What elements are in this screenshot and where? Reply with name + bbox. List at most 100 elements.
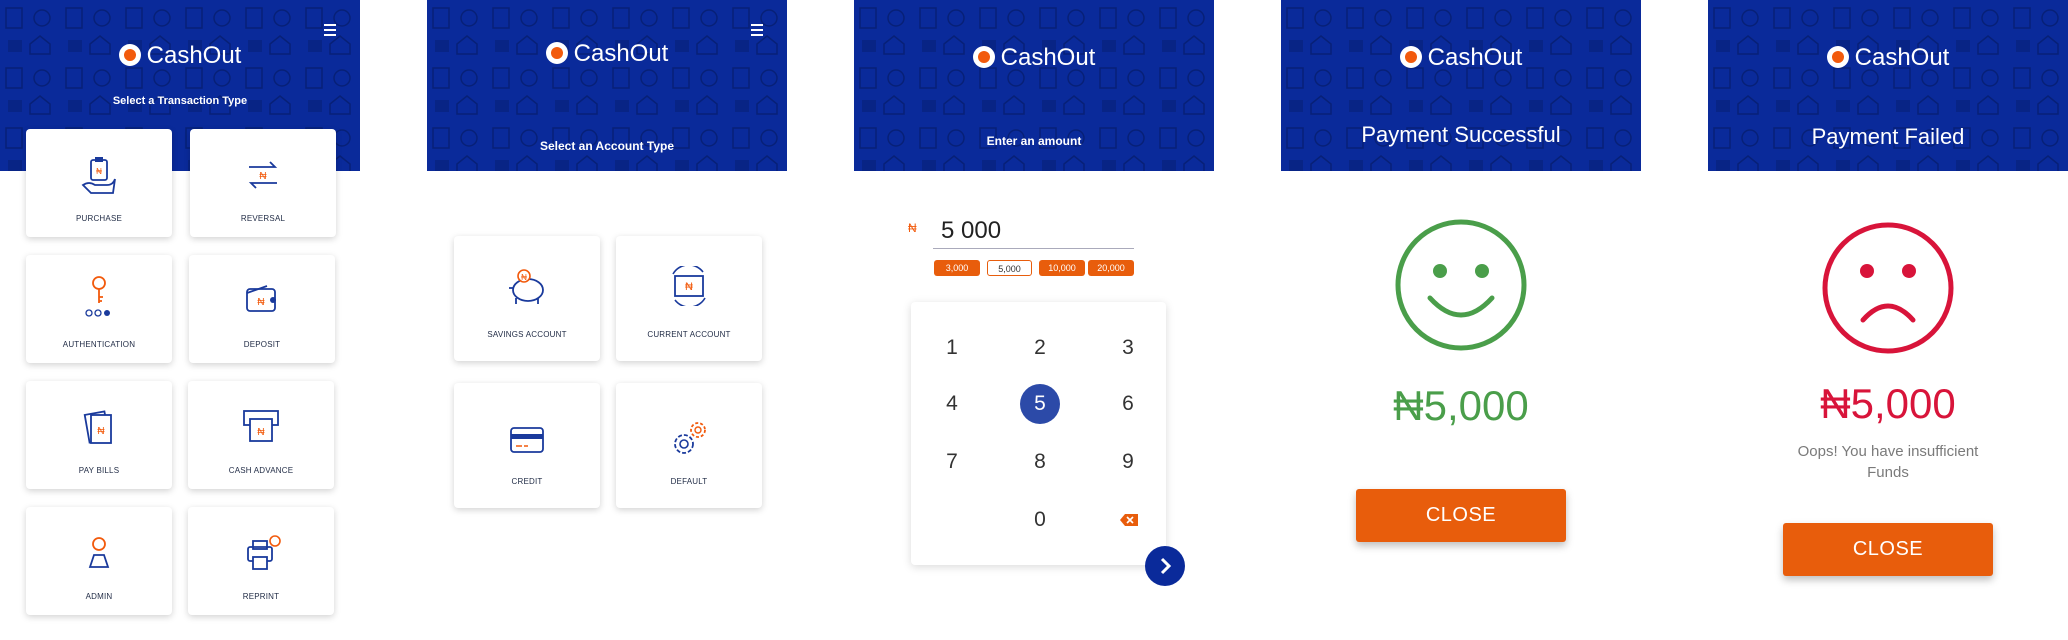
screen-transaction-type: CashOut Select a Transaction Type ₦ PURC… xyxy=(0,0,360,640)
cashout-logo-icon xyxy=(972,46,995,68)
app-logo: CashOut xyxy=(1281,44,1641,72)
currency-symbol: ₦ xyxy=(908,221,917,235)
key-2[interactable]: 2 xyxy=(1020,328,1060,368)
preset-chip-5000[interactable]: 5,000 xyxy=(987,260,1032,276)
preset-chip-3000[interactable]: 3,000 xyxy=(934,260,980,276)
pay-bills-label: PAY BILLS xyxy=(78,466,120,475)
key-6[interactable]: 6 xyxy=(1108,384,1148,424)
svg-text:₦: ₦ xyxy=(257,297,265,308)
current-account-icon: ₦ xyxy=(672,266,706,306)
key-4[interactable]: 4 xyxy=(932,384,972,424)
credit-card[interactable]: CREDIT xyxy=(454,383,600,508)
cash-advance-icon: ₦ xyxy=(243,410,279,442)
credit-card-icon xyxy=(510,427,544,453)
reprint-label: REPRINT xyxy=(242,592,280,601)
app-name: CashOut xyxy=(1000,44,1096,71)
svg-text:₦: ₦ xyxy=(259,171,267,182)
credit-label: CREDIT xyxy=(511,477,543,486)
cash-advance-label: CASH ADVANCE xyxy=(228,466,294,475)
key-9[interactable]: 9 xyxy=(1108,442,1148,482)
default-card[interactable]: DEFAULT xyxy=(616,383,762,508)
header: CashOut Payment Successful xyxy=(1281,0,1641,171)
piggy-bank-icon: ₦ xyxy=(509,269,544,304)
cash-advance-card[interactable]: ₦ CASH ADVANCE xyxy=(188,381,334,489)
app-logo: CashOut xyxy=(0,42,360,70)
keypad: 1 2 3 4 5 6 7 8 9 0 xyxy=(911,302,1166,565)
page-subtitle: Enter an amount xyxy=(986,134,1082,148)
cashout-logo-icon xyxy=(1399,46,1422,68)
error-message-line-1: Oops! You have insufficient xyxy=(1797,443,1979,460)
screen-payment-failed: CashOut Payment Failed ₦5,000 Oops! You … xyxy=(1708,0,2068,640)
header: CashOut Select an Account Type xyxy=(427,0,787,171)
screen-account-type: CashOut Select an Account Type ₦ SAVINGS… xyxy=(427,0,787,640)
hamburger-menu-icon[interactable] xyxy=(324,24,336,36)
key-3[interactable]: 3 xyxy=(1108,328,1148,368)
svg-text:₦: ₦ xyxy=(257,427,265,438)
preset-chip-20000[interactable]: 20,000 xyxy=(1088,260,1134,276)
savings-account-card[interactable]: ₦ SAVINGS ACCOUNT xyxy=(454,236,600,361)
app-logo: CashOut xyxy=(854,44,1214,72)
savings-account-label: SAVINGS ACCOUNT xyxy=(487,330,567,339)
admin-label: ADMIN xyxy=(85,592,113,601)
backspace-icon[interactable] xyxy=(1108,500,1148,540)
gear-icon xyxy=(674,422,706,454)
reversal-card[interactable]: ₦ REVERSAL xyxy=(190,129,336,237)
authentication-icon xyxy=(85,276,110,317)
status-title: Payment Failed xyxy=(1811,124,1965,149)
default-label: DEFAULT xyxy=(670,477,708,486)
error-message-line-2: Funds xyxy=(1867,464,1909,481)
screen-enter-amount: CashOut Enter an amount ₦ 5 000 3,000 5,… xyxy=(854,0,1214,640)
svg-text:₦: ₦ xyxy=(685,281,693,293)
app-name: CashOut xyxy=(573,40,669,67)
payment-amount: ₦5,000 xyxy=(1820,380,1956,427)
page-subtitle: Select a Transaction Type xyxy=(112,95,248,107)
pay-bills-card[interactable]: ₦ PAY BILLS xyxy=(26,381,172,489)
chevron-right-icon xyxy=(1160,557,1172,575)
error-message: Oops! You have insufficient Funds xyxy=(1708,441,2068,483)
key-7[interactable]: 7 xyxy=(932,442,972,482)
hamburger-menu-icon[interactable] xyxy=(751,24,763,36)
deposit-card[interactable]: ₦ DEPOSIT xyxy=(189,255,335,363)
current-account-card[interactable]: ₦ CURRENT ACCOUNT xyxy=(616,236,762,361)
app-logo: CashOut xyxy=(427,40,787,68)
sad-face-icon xyxy=(1822,222,1954,354)
app-name: CashOut xyxy=(1427,44,1523,71)
authentication-label: AUTHENTICATION xyxy=(62,340,136,349)
screen-payment-successful: CashOut Payment Successful ₦5,000 CLOSE xyxy=(1281,0,1641,640)
reversal-icon: ₦ xyxy=(248,161,278,189)
smiley-face-icon xyxy=(1395,219,1527,351)
amount-input[interactable]: 5 000 xyxy=(933,213,1134,249)
cashout-logo-icon xyxy=(1826,46,1849,68)
app-name: CashOut xyxy=(146,42,242,69)
svg-text:₦: ₦ xyxy=(97,426,105,437)
cashout-logo-icon xyxy=(545,42,568,64)
deposit-label: DEPOSIT xyxy=(243,340,281,349)
next-button[interactable] xyxy=(1145,546,1185,586)
key-1[interactable]: 1 xyxy=(932,328,972,368)
authentication-card[interactable]: AUTHENTICATION xyxy=(26,255,172,363)
close-button[interactable]: CLOSE xyxy=(1783,523,1993,576)
current-account-label: CURRENT ACCOUNT xyxy=(647,330,731,339)
purchase-icon: ₦ xyxy=(81,157,116,194)
svg-text:₦: ₦ xyxy=(96,167,102,176)
app-name: CashOut xyxy=(1854,44,1950,71)
page-subtitle: Select an Account Type xyxy=(539,139,675,153)
purchase-label: PURCHASE xyxy=(75,214,123,223)
pay-bills-icon: ₦ xyxy=(83,410,112,444)
deposit-icon: ₦ xyxy=(246,285,276,312)
key-5[interactable]: 5 xyxy=(1020,384,1060,424)
reprint-card[interactable]: REPRINT xyxy=(188,507,334,615)
svg-text:₦: ₦ xyxy=(521,273,527,282)
status-title: Payment Successful xyxy=(1361,122,1561,147)
reprint-icon xyxy=(247,535,281,570)
header: CashOut Enter an amount xyxy=(854,0,1214,171)
purchase-card[interactable]: ₦ PURCHASE xyxy=(26,129,172,237)
key-0[interactable]: 0 xyxy=(1020,500,1060,540)
close-button[interactable]: CLOSE xyxy=(1356,489,1566,542)
cashout-logo-icon xyxy=(118,44,141,66)
key-8[interactable]: 8 xyxy=(1020,442,1060,482)
admin-card[interactable]: ADMIN xyxy=(26,507,172,615)
admin-icon xyxy=(88,537,110,568)
header: CashOut Payment Failed xyxy=(1708,0,2068,171)
preset-chip-10000[interactable]: 10,000 xyxy=(1039,260,1085,276)
